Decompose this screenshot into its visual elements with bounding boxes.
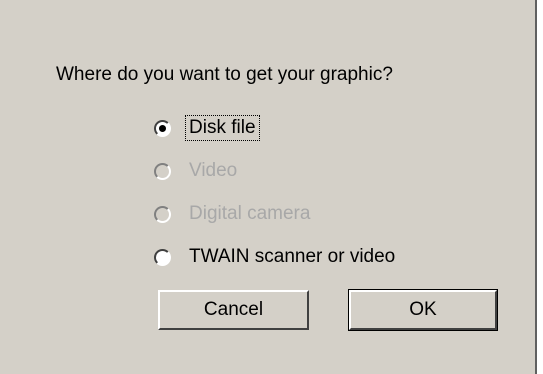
ok-button[interactable]: OK	[348, 289, 498, 331]
option-label-disk-file[interactable]: Disk file	[185, 115, 260, 141]
option-label-video: Video	[189, 160, 238, 181]
option-label-twain-scanner[interactable]: TWAIN scanner or video	[187, 246, 397, 268]
radio-twain-scanner[interactable]	[154, 248, 171, 266]
option-label-digital-camera: Digital camera	[189, 203, 311, 224]
cancel-button[interactable]: Cancel	[158, 290, 309, 330]
source-question-label: Where do you want to get your graphic?	[56, 64, 393, 85]
graphic-source-dialog: Where do you want to get your graphic? D…	[0, 0, 537, 374]
radio-video	[154, 162, 171, 180]
radio-digital-camera	[154, 205, 171, 223]
option-disk-file[interactable]: Disk file	[154, 115, 260, 141]
radio-selected-dot	[159, 124, 166, 132]
option-digital-camera: Digital camera	[154, 201, 312, 227]
option-video: Video	[154, 158, 239, 184]
option-twain-scanner[interactable]: TWAIN scanner or video	[154, 244, 397, 270]
radio-disk-file[interactable]	[154, 119, 171, 137]
